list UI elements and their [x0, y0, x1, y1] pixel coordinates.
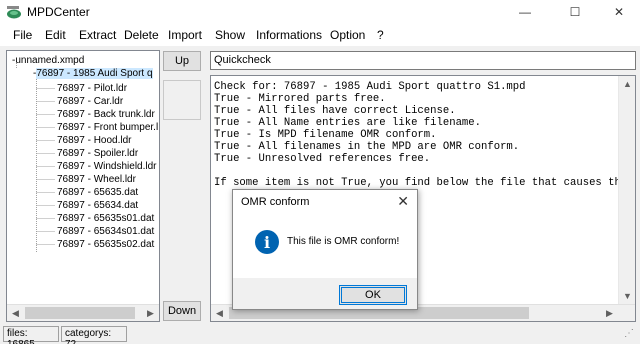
tree-item[interactable]: 76897 - Wheel.ldr	[57, 173, 136, 186]
scroll-thumb[interactable]	[25, 307, 135, 319]
omr-conform-dialog: OMR conform ✕ i This file is OMR conform…	[232, 189, 418, 310]
menu-option[interactable]: Option	[330, 28, 365, 42]
scroll-left-icon[interactable]: ◀	[7, 305, 24, 321]
report-line: True - Unresolved references free.	[214, 153, 431, 165]
report-line: True - All Name entries are like filenam…	[214, 117, 482, 129]
app-icon	[7, 6, 21, 19]
scroll-down-icon[interactable]: ▼	[619, 288, 635, 304]
scroll-left-icon[interactable]: ◀	[211, 305, 228, 321]
tree-root[interactable]: -unnamed.xmpd	[12, 54, 84, 67]
menu-file[interactable]: File	[13, 28, 32, 42]
report-line: Check for: 76897 - 1985 Audi Sport quatt…	[214, 81, 526, 93]
info-icon: i	[255, 230, 279, 254]
file-tree[interactable]: -unnamed.xmpd -76897 - 1985 Audi Sport q…	[6, 50, 160, 322]
scroll-up-icon[interactable]: ▲	[619, 76, 635, 92]
menu-informations[interactable]: Informations	[256, 28, 322, 42]
tree-horizontal-scrollbar[interactable]: ◀ ▶	[7, 304, 159, 321]
window-title: MPDCenter	[27, 5, 90, 19]
title-bar: MPDCenter — ☐ ✕	[0, 0, 640, 24]
dialog-title: OMR conform	[241, 196, 310, 208]
menu-edit[interactable]: Edit	[45, 28, 66, 42]
report-line: True - All files have correct License.	[214, 105, 456, 117]
tree-item[interactable]: 76897 - Front bumper.l	[57, 121, 158, 134]
tree-item[interactable]: 76897 - Back trunk.ldr	[57, 108, 155, 121]
report-line: True - Is MPD filename OMR conform.	[214, 129, 437, 141]
size-grip-icon[interactable]: ⋰	[624, 328, 634, 339]
up-button[interactable]: Up	[163, 51, 201, 71]
maximize-button[interactable]: ☐	[552, 0, 598, 24]
minimize-button[interactable]: —	[502, 0, 548, 24]
report-vertical-scrollbar[interactable]: ▲ ▼	[618, 76, 635, 305]
tree-item[interactable]: 76897 - 65635.dat	[57, 186, 138, 199]
menu-delete[interactable]: Delete	[124, 28, 159, 42]
close-button[interactable]: ✕	[596, 0, 640, 24]
menu-show[interactable]: Show	[215, 28, 245, 42]
menu-extract[interactable]: Extract	[79, 28, 116, 42]
dialog-message: This file is OMR conform!	[287, 236, 400, 247]
tree-item[interactable]: 76897 - 65635s01.dat	[57, 212, 154, 225]
status-categorys: categorys: 72	[61, 326, 127, 344]
tree-item[interactable]: 76897 - 65634s01.dat	[57, 225, 154, 238]
dialog-footer: OK	[233, 278, 417, 309]
down-button[interactable]: Down	[163, 301, 201, 321]
ok-button[interactable]: OK	[339, 285, 407, 305]
move-panel	[163, 80, 201, 120]
tree-item[interactable]: 76897 - 65635s02.dat	[57, 238, 154, 251]
tree-item[interactable]: 76897 - 65634.dat	[57, 199, 138, 212]
scroll-right-icon[interactable]: ▶	[601, 305, 618, 321]
tree-model[interactable]: -76897 - 1985 Audi Sport q	[33, 67, 153, 80]
tree-item[interactable]: 76897 - Spoiler.ldr	[57, 147, 138, 160]
scroll-right-icon[interactable]: ▶	[142, 305, 159, 321]
menu-import[interactable]: Import	[168, 28, 202, 42]
tree-item[interactable]: 76897 - Pilot.ldr	[57, 82, 127, 95]
quickcheck-field[interactable]: Quickcheck	[210, 51, 636, 70]
tree-item[interactable]: 76897 - Hood.ldr	[57, 134, 132, 147]
report-line: If some item is not True, you find below…	[214, 177, 634, 189]
tree-item[interactable]: 76897 - Windshield.ldr	[57, 160, 157, 173]
dialog-close-icon[interactable]: ✕	[397, 193, 409, 210]
status-bar: files: 16865 categorys: 72 ⋰	[0, 324, 640, 344]
report-line: True - All filenames in the MPD are OMR …	[214, 141, 520, 153]
menu-help[interactable]: ?	[377, 28, 384, 42]
report-line: True - Mirrored parts free.	[214, 93, 386, 105]
menu-bar: File Edit Extract Delete Import Show Inf…	[0, 24, 640, 46]
tree-model-label: 76897 - 1985 Audi Sport q	[36, 68, 153, 79]
dialog-body: i This file is OMR conform!	[233, 218, 417, 278]
tree-item[interactable]: 76897 - Car.ldr	[57, 95, 123, 108]
status-files: files: 16865	[3, 326, 59, 344]
tree-root-label: unnamed.xmpd	[15, 55, 85, 66]
